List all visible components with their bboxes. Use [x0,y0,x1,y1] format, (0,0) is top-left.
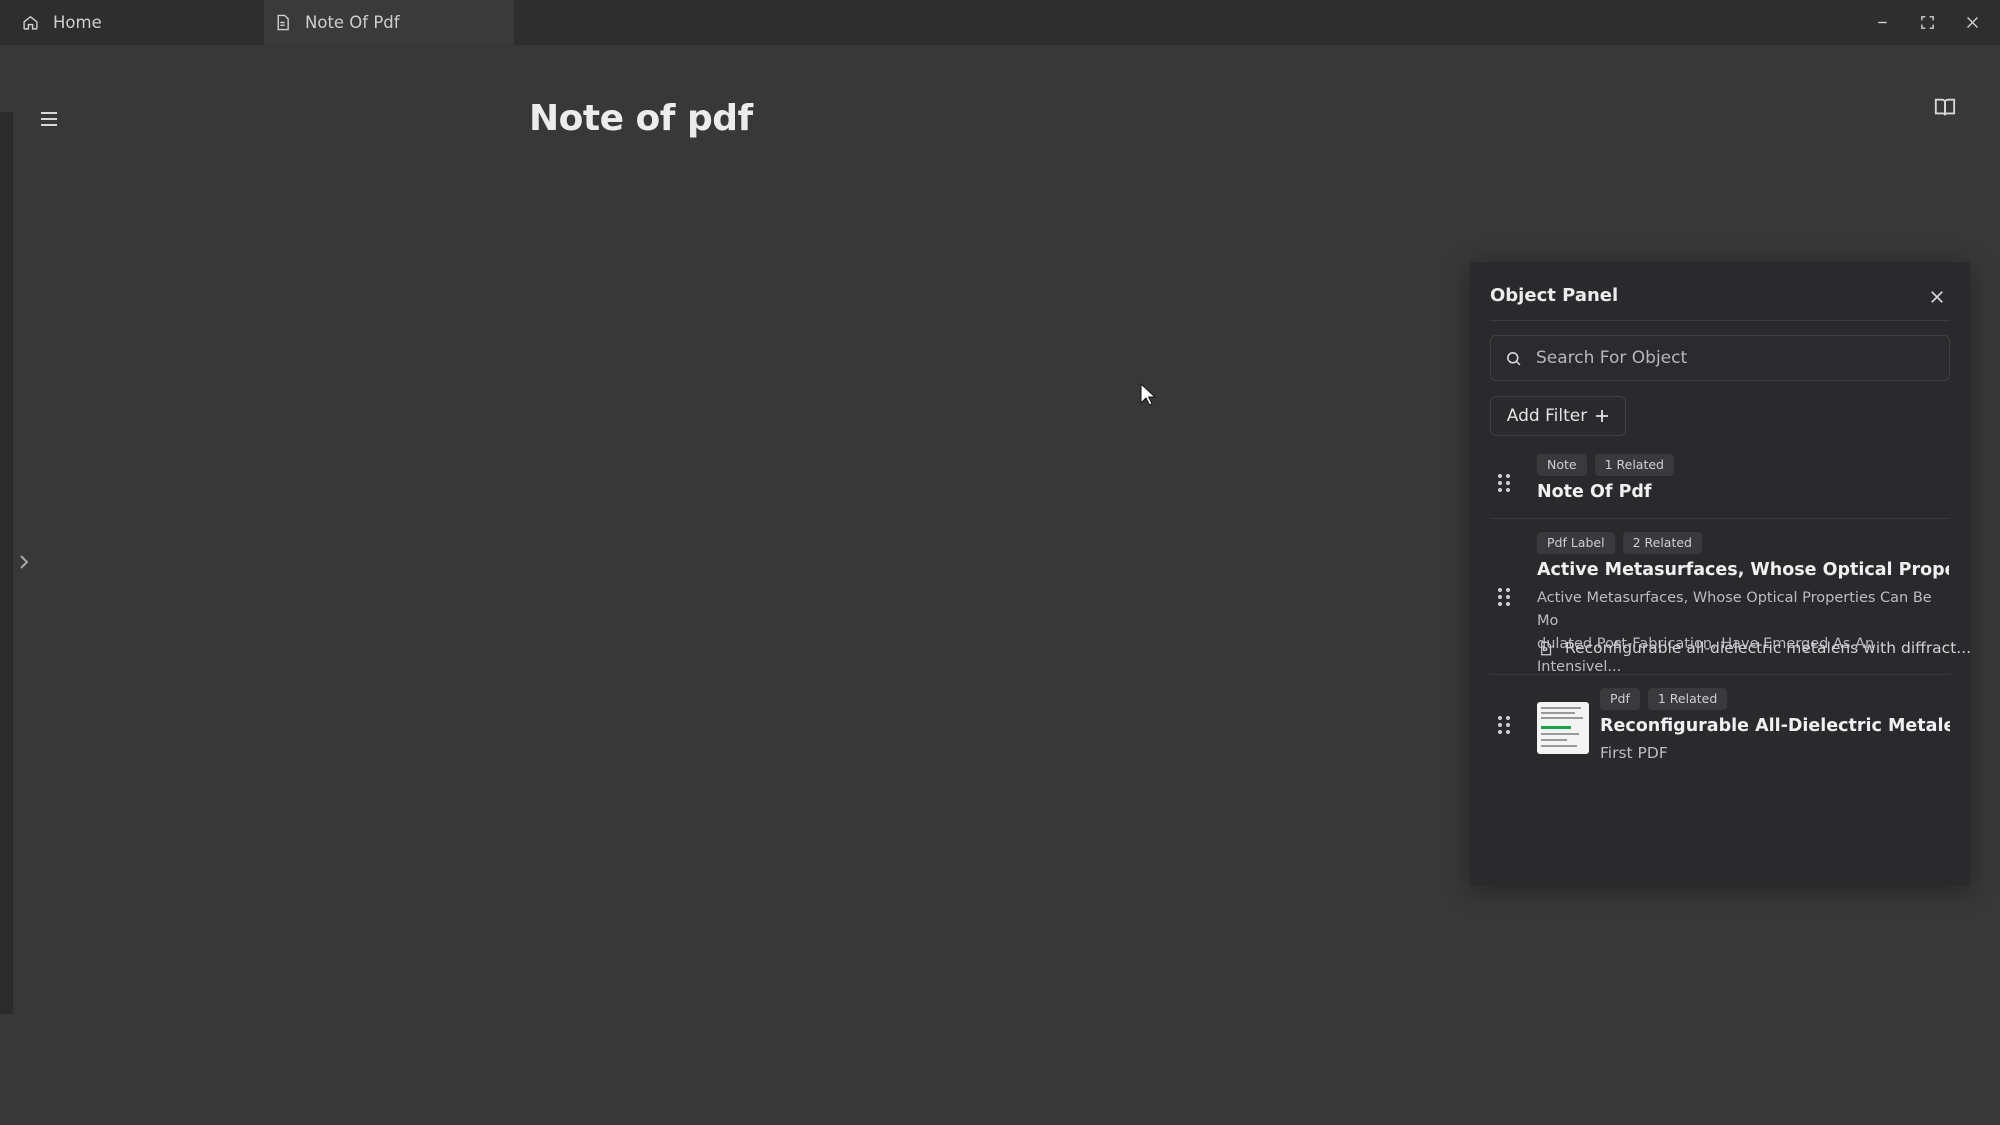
item-description: Active Metasurfaces, Whose Optical Prope… [1537,587,1952,679]
home-icon [23,15,38,30]
list-item[interactable]: Pdf 1 Related Reconfigurable All-Dielect… [1490,680,1950,762]
related-badge: 1 Related [1594,454,1674,476]
divider [1490,320,1950,321]
book-open-icon [1934,98,1956,116]
item-title: Active Metasurfaces, Whose Optical Prope… [1537,560,1949,580]
related-badge: 2 Related [1622,532,1702,554]
item-title: Reconfigurable All-Dielectric Metalens W… [1600,716,1950,736]
divider [1490,674,1950,675]
close-icon [1931,291,1943,303]
maximize-button[interactable] [1907,0,1947,45]
tab-note-of-pdf[interactable]: Note Of Pdf [264,0,514,45]
object-search[interactable] [1490,335,1950,381]
drag-handle-icon [1498,716,1510,734]
minimize-icon [1877,21,1887,24]
related-badge: 1 Related [1647,688,1728,710]
document-icon [277,14,289,31]
drag-handle[interactable] [1490,710,1518,740]
object-panel-close-button[interactable] [1922,282,1952,312]
drag-handle[interactable] [1490,582,1518,612]
drag-handle[interactable] [1490,468,1518,498]
minimize-button[interactable] [1862,0,1902,45]
list-item[interactable]: Note 1 Related Note Of Pdf [1490,446,1950,512]
tab-home-label: Home [53,13,102,32]
pdf-file-icon [1541,641,1552,655]
item-source-label: Reconfigurable all-dielectric metalens w… [1565,639,1972,657]
object-panel: Object Panel Add Filter Note 1 Related N… [1470,262,1971,886]
item-subtitle: First PDF [1600,744,1668,762]
close-icon [1966,17,1978,28]
left-sidebar-edge [0,112,13,1014]
close-window-button[interactable] [1952,0,1992,45]
tab-home[interactable]: Home [22,0,262,45]
item-source-link[interactable]: Reconfigurable all-dielectric metalens w… [1538,639,1971,657]
menu-button[interactable] [36,104,62,134]
list-item[interactable]: Pdf Label 2 Related Active Metasurfaces,… [1490,524,1971,675]
pdf-thumbnail [1537,702,1589,754]
type-badge: Pdf Label [1537,532,1615,554]
divider [1490,518,1950,519]
type-badge: Pdf [1600,688,1640,710]
hamburger-icon [41,112,57,126]
object-panel-title: Object Panel [1490,285,1619,306]
reader-mode-button[interactable] [1928,92,1962,122]
maximize-icon [1920,16,1934,29]
chevron-right-icon [20,555,29,569]
item-title: Note Of Pdf [1537,482,1652,502]
add-filter-label: Add Filter [1506,406,1588,426]
search-icon [1507,351,1521,365]
search-input[interactable] [1536,348,1936,368]
expand-sidebar-button[interactable] [14,550,34,574]
type-badge: Note [1537,454,1587,476]
drag-handle-icon [1498,474,1510,492]
plus-icon [1596,410,1609,422]
drag-handle-icon [1498,588,1510,606]
mouse-cursor-icon [1140,383,1156,406]
title-bar: Home Note Of Pdf [0,0,2000,45]
tab-note-label: Note Of Pdf [305,13,400,32]
item-description-line: Active Metasurfaces, Whose Optical Prope… [1537,590,1932,629]
page-title[interactable]: Note of pdf [529,98,753,139]
add-filter-button[interactable]: Add Filter [1490,396,1626,436]
